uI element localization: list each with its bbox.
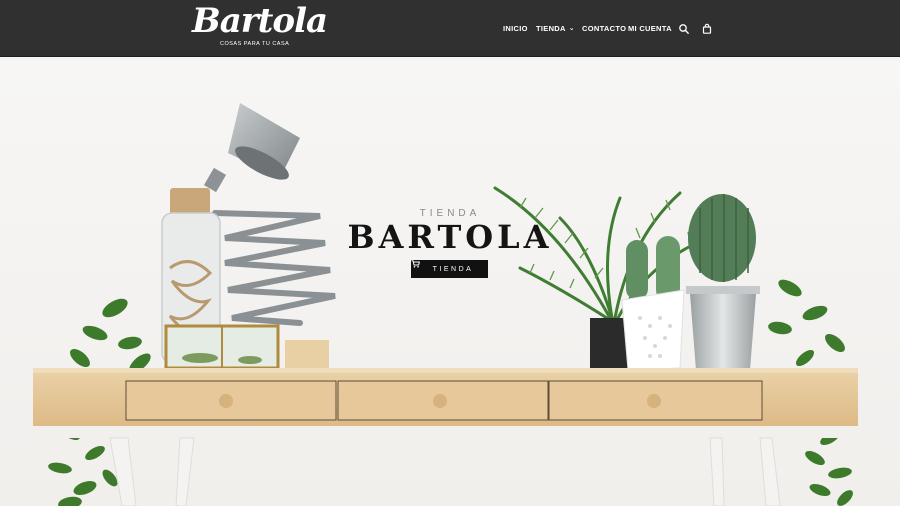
hero-banner: TIENDA BARTOLA TIENDA — [0, 58, 900, 506]
hero-content: TIENDA BARTOLA TIENDA — [0, 58, 900, 506]
nav-item-inicio[interactable]: INICIO — [503, 24, 528, 33]
search-icon[interactable] — [678, 22, 690, 34]
site-logo[interactable]: Bartola COSAS PARA TU CASA — [192, 1, 328, 52]
nav-item-contacto[interactable]: CONTACTO — [582, 24, 626, 33]
shop-button[interactable]: TIENDA — [411, 260, 488, 278]
nav-item-mi-cuenta[interactable]: MI CUENTA — [628, 24, 672, 33]
nav-item-tienda[interactable]: TIENDA ⌄ — [536, 24, 575, 33]
shopping-bag-icon[interactable] — [701, 22, 713, 34]
logo-wordmark: Bartola — [192, 1, 328, 41]
nav-item-tienda-label: TIENDA — [536, 24, 566, 33]
logo-tagline: COSAS PARA TU CASA — [220, 41, 290, 47]
hero-title: BARTOLA — [347, 218, 553, 256]
shop-button-label: TIENDA — [432, 265, 474, 273]
site-header: Bartola COSAS PARA TU CASA INICIO TIENDA… — [0, 0, 900, 57]
chevron-down-icon: ⌄ — [568, 25, 575, 32]
